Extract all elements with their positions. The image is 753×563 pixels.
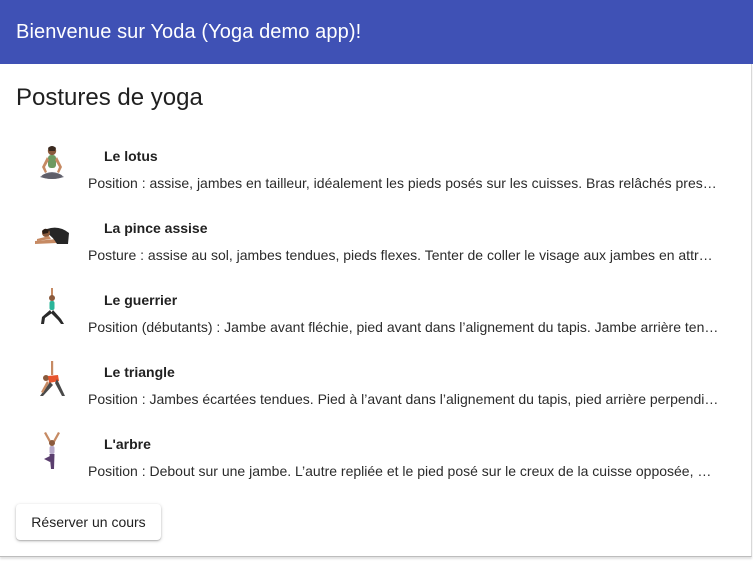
posture-name: Le guerrier	[104, 292, 178, 308]
tree-pose-icon	[31, 431, 73, 473]
app-root: Bienvenue sur Yoda (Yoga demo app)! Post…	[0, 0, 753, 563]
list-item-triangle[interactable]: Le triangle Position : Jambes écartées t…	[0, 352, 752, 424]
posture-description: Position : Debout sur une jambe. L’autre…	[88, 463, 719, 479]
posture-name: Le triangle	[104, 364, 175, 380]
posture-description: Position (débutants) : Jambe avant fléch…	[88, 319, 719, 335]
posture-description: Position : assise, jambes en tailleur, i…	[88, 175, 719, 191]
app-toolbar: Bienvenue sur Yoda (Yoga demo app)!	[0, 0, 753, 64]
seated-forward-bend-icon	[31, 215, 73, 257]
list-item-arbre[interactable]: L'arbre Position : Debout sur une jambe.…	[0, 424, 752, 496]
posture-name: L'arbre	[104, 436, 151, 452]
lotus-pose-icon	[31, 143, 73, 185]
page-title: Postures de yoga	[16, 84, 203, 111]
posture-description: Posture : assise au sol, jambes tendues,…	[88, 247, 719, 263]
list-item-pince-assise[interactable]: La pince assise Posture : assise au sol,…	[0, 208, 752, 280]
posture-description: Position : Jambes écartées tendues. Pied…	[88, 391, 719, 407]
warrior-pose-icon	[31, 287, 73, 329]
triangle-pose-icon	[31, 359, 73, 401]
postures-list: Le lotus Position : assise, jambes en ta…	[0, 136, 752, 496]
list-item-guerrier[interactable]: Le guerrier Position (débutants) : Jambe…	[0, 280, 752, 352]
postures-card: Postures de yoga Le lotus Position : ass…	[0, 64, 752, 557]
book-class-button[interactable]: Réserver un cours	[16, 504, 161, 540]
posture-name: La pince assise	[104, 220, 208, 236]
app-title: Bienvenue sur Yoda (Yoga demo app)!	[16, 20, 362, 43]
posture-name: Le lotus	[104, 148, 158, 164]
list-item-lotus[interactable]: Le lotus Position : assise, jambes en ta…	[0, 136, 752, 208]
